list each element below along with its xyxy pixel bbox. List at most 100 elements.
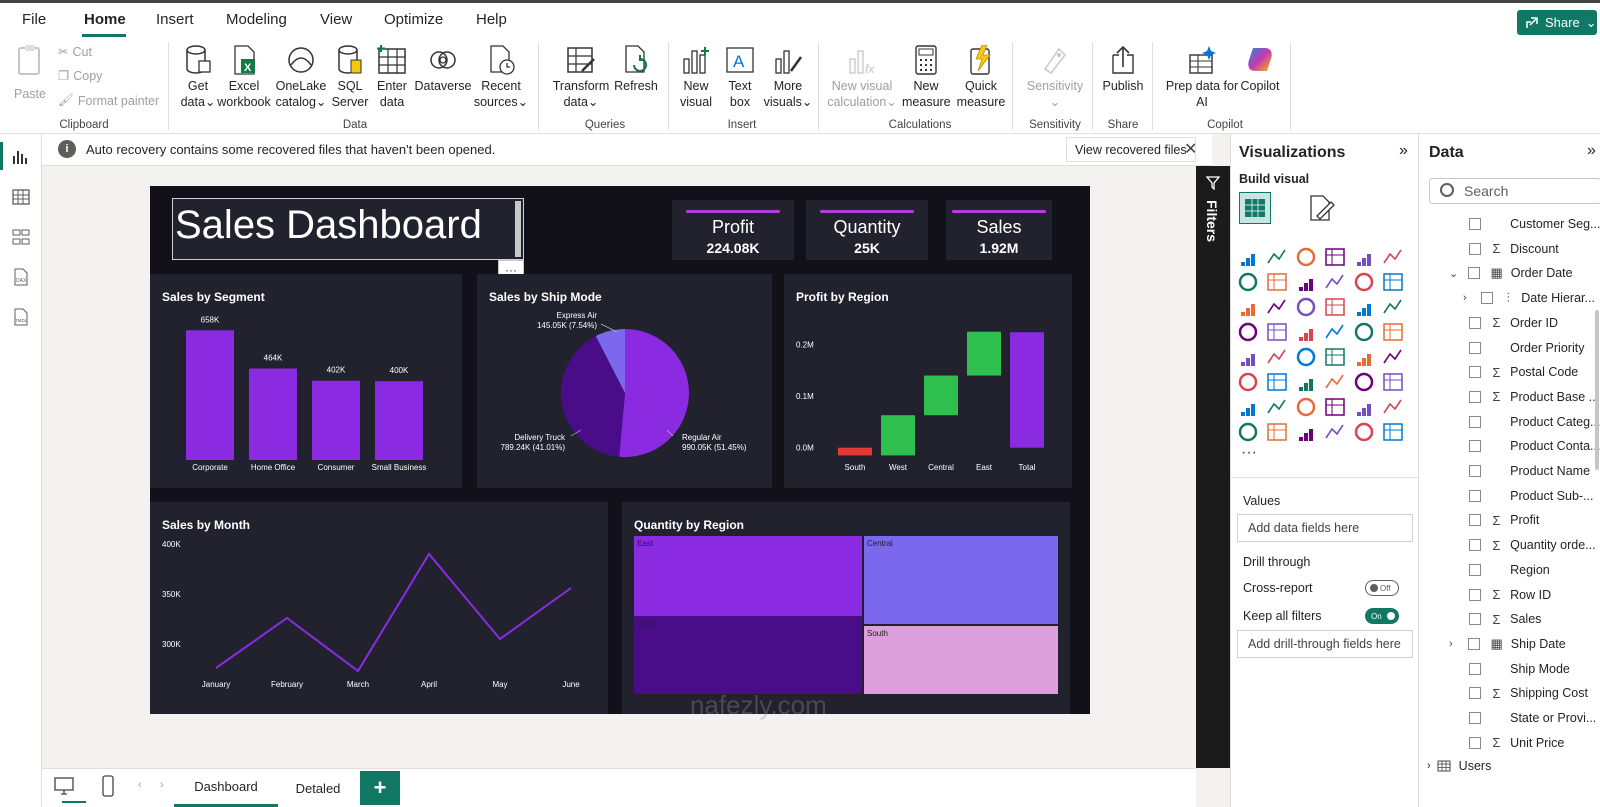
refresh-button[interactable]: Refresh <box>612 44 660 94</box>
collapse-pane-icon[interactable]: » <box>1399 142 1408 160</box>
field-item[interactable]: Σ Order ID <box>1419 311 1600 335</box>
field-checkbox[interactable] <box>1468 687 1481 700</box>
cross-report-toggle[interactable]: Off <box>1365 580 1399 596</box>
page-tab-detaled[interactable]: Detaled <box>280 769 356 807</box>
kpi-card-quantity[interactable]: Quantity 25K <box>806 200 928 260</box>
field-checkbox[interactable] <box>1468 390 1481 403</box>
chevron-icon[interactable]: ⌄ <box>1449 267 1460 280</box>
field-item[interactable]: State or Provi... <box>1419 706 1600 730</box>
table-view-icon[interactable] <box>10 186 32 208</box>
scrollbar[interactable] <box>1595 310 1599 470</box>
menu-home[interactable]: Home <box>84 11 126 28</box>
field-checkbox[interactable] <box>1468 637 1481 650</box>
field-checkbox[interactable] <box>1468 267 1481 280</box>
filters-pane[interactable]: Filters <box>1196 166 1230 768</box>
field-checkbox[interactable] <box>1468 440 1481 453</box>
close-icon[interactable]: ✕ <box>1184 139 1197 159</box>
dataverse-button[interactable]: Dataverse <box>414 44 472 94</box>
new-measure-button[interactable]: New measure <box>902 44 951 110</box>
share-button[interactable]: Share ⌄ <box>1517 10 1597 35</box>
field-checkbox[interactable] <box>1468 366 1481 379</box>
copilot-button[interactable]: Copilot <box>1236 44 1284 94</box>
text-box-button[interactable]: A Text box <box>720 44 760 110</box>
field-item[interactable]: Σ Discount <box>1419 237 1600 261</box>
keep-all-filters-toggle[interactable]: On <box>1365 608 1399 624</box>
visual-type-gallery[interactable] <box>1235 244 1415 454</box>
menu-help[interactable]: Help <box>476 11 507 28</box>
field-checkbox[interactable] <box>1468 539 1481 552</box>
copy-button[interactable]: ❐ Copy <box>58 68 102 84</box>
sensitivity-button[interactable]: Sensitivity ⌄ <box>1022 44 1088 110</box>
mobile-layout-icon[interactable] <box>102 775 114 802</box>
field-item[interactable]: ⌄ ▦ Order Date <box>1419 261 1600 285</box>
field-item[interactable]: Σ Sales <box>1419 607 1600 631</box>
new-visual-button[interactable]: New visual <box>676 44 716 110</box>
view-recovered-files-button[interactable]: View recovered files <box>1066 137 1196 162</box>
field-checkbox[interactable] <box>1468 242 1481 255</box>
field-item[interactable]: Σ Postal Code <box>1419 360 1600 384</box>
field-checkbox[interactable] <box>1468 415 1481 428</box>
recent-sources-button[interactable]: Recent sources⌄ <box>472 44 530 110</box>
field-item[interactable]: Product Conta... <box>1419 434 1600 458</box>
field-item[interactable]: Σ Unit Price <box>1419 731 1600 755</box>
drill-through-drop-field[interactable]: Add drill-through fields here <box>1237 630 1413 658</box>
field-checkbox[interactable] <box>1468 588 1481 601</box>
enter-data-button[interactable]: Enter data <box>372 44 412 110</box>
field-checkbox[interactable] <box>1468 514 1481 527</box>
cut-button[interactable]: ✂ Cut <box>58 44 92 60</box>
desktop-layout-icon[interactable] <box>54 777 74 800</box>
field-item[interactable]: Product Categ... <box>1419 410 1600 434</box>
transform-data-button[interactable]: Transform data⌄ <box>552 44 610 110</box>
prep-data-for-ai-button[interactable]: Prep data for AI <box>1160 44 1244 110</box>
chevron-icon[interactable]: › <box>1463 292 1473 304</box>
format-painter-button[interactable]: 🖌 Format painter <box>58 93 159 108</box>
field-checkbox[interactable] <box>1468 465 1481 477</box>
next-page-icon[interactable]: › <box>160 779 164 791</box>
field-item[interactable]: Product Name <box>1419 459 1600 483</box>
field-checkbox[interactable] <box>1468 712 1481 724</box>
publish-button[interactable]: Publish <box>1100 44 1146 94</box>
profit-by-region-card[interactable]: Profit by Region 0.2M 0.1M 0.0M South West Ce… <box>784 274 1072 488</box>
report-view-icon[interactable] <box>10 146 32 168</box>
chevron-icon[interactable]: › <box>1449 638 1460 650</box>
field-item[interactable]: Σ Product Base ... <box>1419 385 1600 409</box>
values-drop-field[interactable]: Add data fields here <box>1237 514 1413 542</box>
field-checkbox[interactable] <box>1468 218 1481 230</box>
sql-server-button[interactable]: SQL Server <box>330 44 370 110</box>
paste-button[interactable]: Paste <box>12 44 48 102</box>
data-search-input[interactable]: Search <box>1429 178 1600 204</box>
menu-modeling[interactable]: Modeling <box>226 11 287 28</box>
menu-insert[interactable]: Insert <box>156 11 194 28</box>
page-tab-dashboard[interactable]: Dashboard <box>174 769 278 807</box>
field-checkbox[interactable] <box>1468 736 1481 749</box>
onelake-catalog-button[interactable]: OneLake catalog⌄ <box>274 44 328 110</box>
table-users[interactable]: › Users <box>1419 754 1600 778</box>
dashboard-title-textbox[interactable]: Sales Dashboard <box>172 198 524 260</box>
field-item[interactable]: › ▦ Ship Date <box>1419 632 1600 656</box>
field-item[interactable]: › ⫶ Date Hierar... <box>1419 286 1600 310</box>
collapse-pane-icon[interactable]: » <box>1587 142 1596 160</box>
field-item[interactable]: Order Priority <box>1419 336 1600 360</box>
field-item[interactable]: Σ Row ID <box>1419 583 1600 607</box>
prev-page-icon[interactable]: ‹ <box>138 779 142 791</box>
kpi-card-profit[interactable]: Profit 224.08K <box>672 200 794 260</box>
more-visuals-button[interactable]: More visuals⌄ <box>762 44 814 110</box>
sales-by-segment-card[interactable]: Sales by Segment 658K Corporate 464K Home O… <box>150 274 462 488</box>
field-checkbox[interactable] <box>1468 316 1481 329</box>
menu-file[interactable]: File <box>22 11 46 28</box>
menu-optimize[interactable]: Optimize <box>384 11 443 28</box>
field-checkbox[interactable] <box>1468 341 1481 354</box>
field-item[interactable]: Σ Quantity orde... <box>1419 533 1600 557</box>
field-checkbox[interactable] <box>1468 563 1481 576</box>
build-visual-tab[interactable] <box>1239 192 1271 224</box>
field-checkbox[interactable] <box>1468 613 1481 626</box>
format-visual-tab[interactable] <box>1307 194 1335 227</box>
get-data-button[interactable]: Get data⌄ <box>174 44 222 110</box>
quick-measure-button[interactable]: Quick measure <box>954 44 1008 110</box>
field-item[interactable]: Customer Seg... <box>1419 212 1600 236</box>
excel-workbook-button[interactable]: X Excel workbook <box>216 44 272 110</box>
field-item[interactable]: Σ Shipping Cost <box>1419 681 1600 705</box>
field-checkbox[interactable] <box>1468 489 1481 502</box>
field-checkbox[interactable] <box>1468 662 1481 675</box>
kpi-card-sales[interactable]: Sales 1.92M <box>946 200 1052 260</box>
